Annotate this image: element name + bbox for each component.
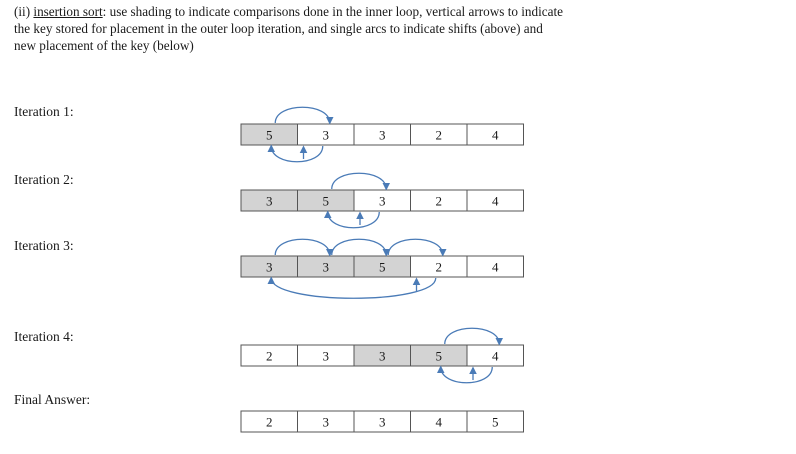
- array-row-1: 5 3 3 2 4: [240, 106, 524, 163]
- array-cell: 5: [466, 410, 524, 433]
- array-cell: 3: [297, 255, 355, 278]
- cell-value: 5: [379, 260, 386, 275]
- array-cell: 4: [410, 410, 468, 433]
- placement-arc: [267, 276, 437, 299]
- shift-arc: [331, 172, 391, 191]
- placement-arc: [267, 144, 324, 163]
- shift-arc: [274, 106, 334, 125]
- array-cell: 4: [466, 189, 524, 212]
- shift-arc: [387, 238, 447, 257]
- cell-value: 2: [436, 128, 443, 143]
- array-cell: 2: [410, 255, 468, 278]
- cell-value: 4: [492, 194, 499, 209]
- placement-arc: [323, 210, 380, 229]
- array-cell: 5: [410, 344, 468, 367]
- cell-value: 3: [379, 194, 386, 209]
- array-cell: 4: [466, 123, 524, 146]
- cell-value: 3: [323, 128, 330, 143]
- array-cell: 2: [410, 123, 468, 146]
- cell-value: 5: [436, 349, 443, 364]
- array-cell: 3: [240, 189, 298, 212]
- shift-arc: [274, 238, 334, 257]
- array-cell: 5: [297, 189, 355, 212]
- array-cell: 3: [353, 123, 411, 146]
- cell-value: 3: [379, 128, 386, 143]
- cell-value: 5: [492, 415, 499, 430]
- array-cell: 3: [353, 189, 411, 212]
- cell-value: 5: [266, 128, 273, 143]
- array-row-5: 2 3 3 4 5: [240, 410, 524, 433]
- array-cell: 4: [466, 344, 524, 367]
- array-cell: 3: [353, 344, 411, 367]
- array-cell: 2: [240, 344, 298, 367]
- array-row-4: 2 3 3 5 4: [240, 327, 524, 384]
- array-cell: 3: [353, 410, 411, 433]
- cell-value: 3: [379, 349, 386, 364]
- array-cell: 2: [410, 189, 468, 212]
- array-cell: 5: [353, 255, 411, 278]
- cell-value: 3: [379, 415, 386, 430]
- cell-value: 2: [266, 415, 273, 430]
- array-row-2: 3 5 3 2 4: [240, 172, 524, 229]
- cell-value: 4: [436, 415, 443, 430]
- cell-value: 2: [436, 194, 443, 209]
- array-cell: 2: [240, 410, 298, 433]
- placement-arc: [436, 365, 493, 384]
- array-cell: 3: [240, 255, 298, 278]
- cell-value: 5: [323, 194, 330, 209]
- array-cell: 4: [466, 255, 524, 278]
- cell-value: 2: [436, 260, 443, 275]
- array-row-3: 3 3 5 2 4: [240, 238, 524, 299]
- cell-value: 3: [323, 415, 330, 430]
- insertion-sort-diagram: 5 3 3 2 4 3 5 3 2 4 3 3 5 2 4 2 3 3 5 4 2 3 3 4 5: [240, 106, 524, 433]
- cell-value: 3: [323, 260, 330, 275]
- array-cell: 5: [240, 123, 298, 146]
- array-cell: 3: [297, 410, 355, 433]
- shift-arc: [444, 327, 504, 346]
- cell-value: 2: [266, 349, 273, 364]
- cell-value: 3: [266, 260, 273, 275]
- cell-value: 4: [492, 260, 499, 275]
- cell-value: 4: [492, 349, 499, 364]
- cell-value: 3: [266, 194, 273, 209]
- cell-value: 3: [323, 349, 330, 364]
- array-cell: 3: [297, 123, 355, 146]
- cell-value: 4: [492, 128, 499, 143]
- shift-arc: [331, 238, 391, 257]
- array-cell: 3: [297, 344, 355, 367]
